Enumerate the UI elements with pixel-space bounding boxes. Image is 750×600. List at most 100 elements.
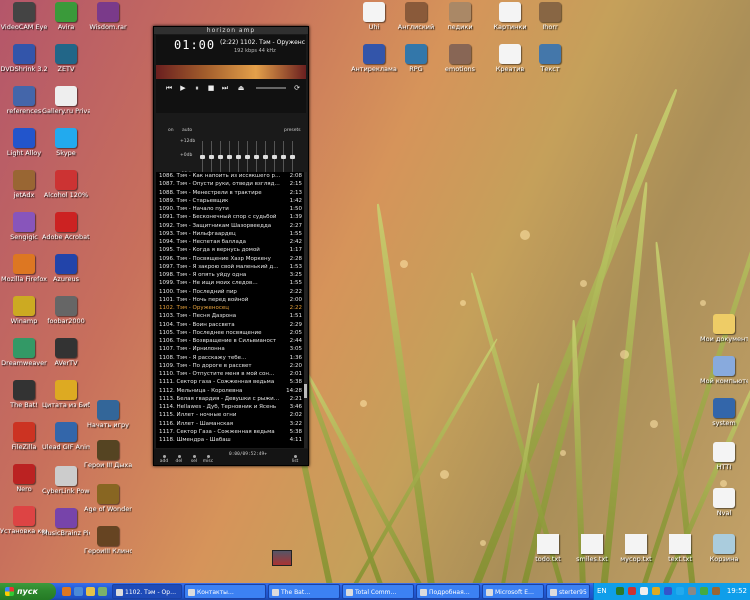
- desktop-icon[interactable]: Winamp: [0, 296, 48, 325]
- scroll-thumb[interactable]: [304, 384, 307, 398]
- desktop-icon[interactable]: ГероиIII Клинок Ар…: [84, 526, 132, 555]
- taskbar-button[interactable]: 1102. Тэм - Ор…: [112, 584, 182, 599]
- playlist-row[interactable]: 1111. Сектор газа - Сожженная ведьма 5:38: [156, 378, 304, 386]
- desktop-icon[interactable]: Dreamweaver: [0, 338, 48, 367]
- tray-icon[interactable]: [652, 587, 660, 595]
- ie-quicklaunch-icon[interactable]: [74, 587, 83, 596]
- playlist-row[interactable]: 1118. Шмендра - Шабаш 4:11: [156, 436, 304, 444]
- playlist-sel-button[interactable]: sel: [188, 455, 200, 464]
- desktop-icon[interactable]: Age of Wonders II: [84, 484, 132, 513]
- eq-presets-button[interactable]: presets: [284, 128, 301, 133]
- playlist-row[interactable]: 1103. Тэм - Песня Дазрона 1:51: [156, 312, 304, 320]
- desktop-icon[interactable]: Gallery.ru Private Gallery: [42, 86, 90, 115]
- desktop-icon[interactable]: todo.txt: [524, 534, 572, 563]
- eq-band-slider[interactable]: [218, 141, 223, 173]
- desktop-icon[interactable]: The Bat!: [0, 380, 48, 409]
- desktop-icon[interactable]: Англиский: [392, 2, 440, 31]
- taskbar-button[interactable]: Подробная…: [416, 584, 480, 599]
- tray-icon[interactable]: [712, 587, 720, 595]
- folder-quicklaunch-icon[interactable]: [86, 587, 95, 596]
- taskbar-button[interactable]: Microsoft E…: [482, 584, 544, 599]
- playlist-row[interactable]: 1107. Тэм - Ирнилонна 3:05: [156, 345, 304, 353]
- eq-slider-knob[interactable]: [290, 155, 295, 159]
- firefox-quicklaunch-icon[interactable]: [62, 587, 71, 596]
- playlist-row[interactable]: 1110. Тэм - Отпустите меня в мой сон… 2:0…: [156, 370, 304, 378]
- desktop-icon[interactable]: Uhi: [350, 2, 398, 31]
- eq-slider-knob[interactable]: [218, 155, 223, 159]
- time-display[interactable]: 01:00: [174, 38, 215, 52]
- playlist-row[interactable]: 1099. Тэм - Не ищи моих следов… 1:55: [156, 279, 304, 287]
- desktop-icon[interactable]: CyberLink PowerDVD: [42, 466, 90, 495]
- playlist-del-button[interactable]: del: [173, 455, 185, 464]
- eq-slider-knob[interactable]: [245, 155, 250, 159]
- skype-tray-icon[interactable]: [676, 587, 684, 595]
- playlist-row[interactable]: 1106. Тэм - Возвращение в Сильвианост 2:4…: [156, 337, 304, 345]
- eq-band-slider[interactable]: [290, 141, 295, 173]
- eq-band-slider[interactable]: [209, 141, 214, 173]
- desktop-icon[interactable]: Герои III Дыхан…: [84, 440, 132, 469]
- desktop-icon[interactable]: VideoCAM Eye: [0, 2, 48, 31]
- playlist-row[interactable]: 1101. Тэм - Ночь перед войной 2:00: [156, 296, 304, 304]
- eq-band-slider[interactable]: [236, 141, 241, 173]
- eq-band-slider[interactable]: [281, 141, 286, 173]
- network-icon[interactable]: [700, 587, 708, 595]
- desktop-icon[interactable]: Начать игру: [84, 400, 132, 429]
- desktop-icon[interactable]: мусор.txt: [612, 534, 660, 563]
- playlist-row-current[interactable]: 1102. Тэм - Оруженосец 2:22: [156, 304, 304, 312]
- desktop-icon[interactable]: Ulead GIF Animator 5: [42, 422, 90, 451]
- tray-icon[interactable]: [664, 587, 672, 595]
- playlist-row[interactable]: 1113. Белая гвардия - Девушки с рыжи… 2:2…: [156, 395, 304, 403]
- desktop-icon[interactable]: Антиреклама: [350, 44, 398, 73]
- playlist-row[interactable]: 1114. Hellawes - Дуб, Терновник и Ясень 3…: [156, 403, 304, 411]
- eq-slider-knob[interactable]: [272, 155, 277, 159]
- desktop-icon[interactable]: Mozilla Firefox: [0, 254, 48, 283]
- eq-band-slider[interactable]: [272, 141, 277, 173]
- desktop-icon[interactable]: Мой компьютер: [700, 356, 748, 385]
- playlist-row[interactable]: 1094. Тэм - Неспетая баллада 2:42: [156, 238, 304, 246]
- volume-icon[interactable]: [688, 587, 696, 595]
- playlist-row[interactable]: 1115. Иллет - ночные огни 2:02: [156, 411, 304, 419]
- desktop-icon[interactable]: Sengigic: [0, 212, 48, 241]
- eq-slider-knob[interactable]: [281, 155, 286, 159]
- desktop-icon[interactable]: Skype: [42, 128, 90, 157]
- desktop-icon[interactable]: foobar2000: [42, 296, 90, 325]
- eq-slider-knob[interactable]: [236, 155, 241, 159]
- desktop-icon[interactable]: Корзина: [700, 534, 748, 563]
- desktop-icon[interactable]: Установка компонента: [0, 506, 48, 535]
- desktop-icon[interactable]: AVerTV: [42, 338, 90, 367]
- eq-band-slider[interactable]: [200, 141, 205, 173]
- desktop-icon[interactable]: references: [0, 86, 48, 115]
- prev-button[interactable]: ⏮: [164, 84, 174, 92]
- tray-icon[interactable]: [640, 587, 648, 595]
- desktop-icon[interactable]: Цитата из Библии: [42, 380, 90, 409]
- playlist-row[interactable]: 1098. Тэм - Я опять уйду одна 3:25: [156, 271, 304, 279]
- playlist[interactable]: 1086. Тэм - Как напоить из иссякшего р… 2…: [156, 172, 304, 448]
- desktop-icon[interactable]: Текст: [526, 44, 574, 73]
- desktop-icon[interactable]: Wisdom.rar: [84, 2, 132, 31]
- taskbar-button[interactable]: Total Comm…: [342, 584, 414, 599]
- desktop-icon[interactable]: emotions: [436, 44, 484, 73]
- playlist-row[interactable]: 1100. Тэм - Последний пир 2:22: [156, 288, 304, 296]
- next-button[interactable]: ⏭: [220, 84, 230, 92]
- playlist-row[interactable]: 1109. Тэм - По дороге в рассвет 2:20: [156, 362, 304, 370]
- eq-slider-knob[interactable]: [209, 155, 214, 159]
- eq-slider-knob[interactable]: [263, 155, 268, 159]
- desktop-icon[interactable]: RPG: [392, 44, 440, 73]
- desktop-icon[interactable]: Light Alloy: [0, 128, 48, 157]
- desktop-icon[interactable]: педики: [436, 2, 484, 31]
- desktop-icon[interactable]: Azureus: [42, 254, 90, 283]
- taskbar-button[interactable]: sterter95 (2…: [546, 584, 590, 599]
- desktop-icon[interactable]: DVDShrink 3.2: [0, 44, 48, 73]
- desktop-icon[interactable]: Avira: [42, 2, 90, 31]
- eq-band-slider[interactable]: [227, 141, 232, 173]
- desktop-icon[interactable]: MusicBrainz Picard: [42, 508, 90, 537]
- playlist-row[interactable]: 1090. Тэм - Начало пути 1:50: [156, 205, 304, 213]
- playlist-row[interactable]: 1088. Тэм - Менестрели в трактире 2:13: [156, 189, 304, 197]
- playlist-row[interactable]: 1089. Тэм - Старьевщик 1:42: [156, 197, 304, 205]
- playlist-row[interactable]: 1087. Тэм - Опусти руки, отведи взгляд… 2…: [156, 180, 304, 188]
- winamp-window[interactable]: horizon amp 01:00 (2:22) 1102. Тэм - Ору…: [153, 26, 309, 466]
- playlist-add-button[interactable]: add: [158, 455, 170, 464]
- desktop-icon[interactable]: jetAdx: [0, 170, 48, 199]
- taskbar-button[interactable]: Контакты…: [184, 584, 266, 599]
- playlist-row[interactable]: 1095. Тэм - Когда я вернусь домой 1:17: [156, 246, 304, 254]
